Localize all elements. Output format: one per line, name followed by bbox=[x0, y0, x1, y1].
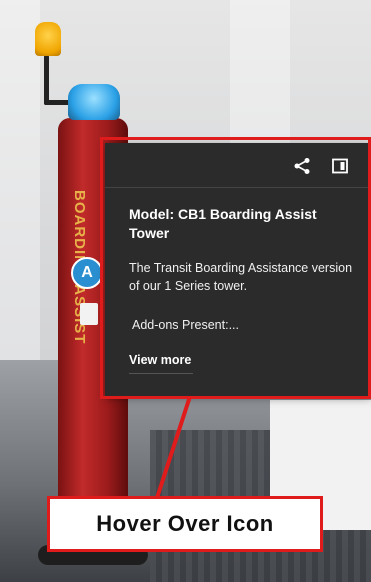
highlight-box bbox=[100, 137, 371, 399]
blue-beacon-light bbox=[68, 84, 120, 120]
wall-panel bbox=[0, 0, 40, 380]
beacon-pole bbox=[44, 55, 49, 105]
caption-box: Hover Over Icon bbox=[47, 496, 323, 552]
hotspot-icon[interactable]: A bbox=[71, 257, 103, 289]
amber-beacon-light bbox=[35, 22, 61, 56]
accessibility-sign bbox=[80, 303, 98, 325]
caption-text: Hover Over Icon bbox=[96, 511, 274, 536]
